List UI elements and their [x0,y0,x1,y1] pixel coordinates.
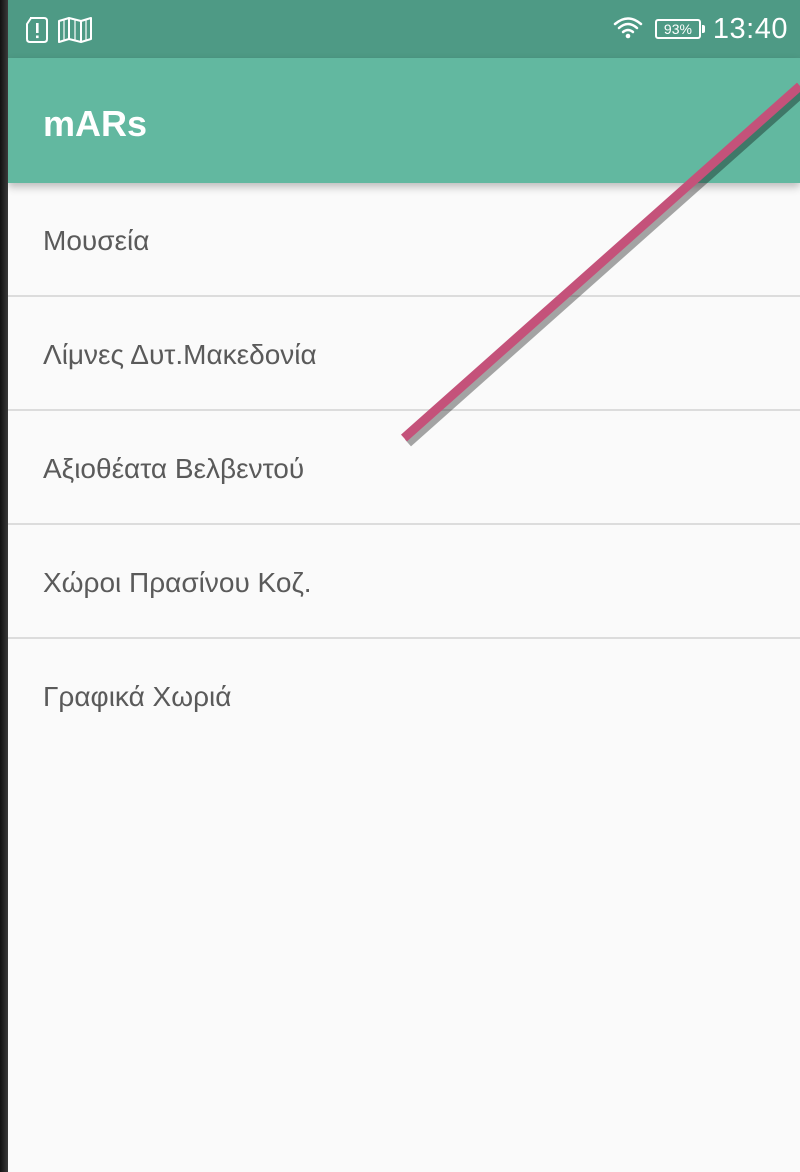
battery-level: 93% [663,21,692,37]
alert-icon [26,17,48,48]
phone-screen: 93% 13:40 mARs Μουσεία Λίμνες Δυτ.Μακεδο… [8,0,800,1172]
list-item-museums[interactable]: Μουσεία [8,183,800,297]
battery-indicator: 93% [654,19,705,39]
app-bar: mARs [8,58,800,183]
list-item-label: Χώροι Πρασίνου Κοζ. [43,567,312,598]
list-item-villages[interactable]: Γραφικά Χωριά [8,639,800,753]
device-edge [0,0,8,1172]
wifi-icon [613,15,643,44]
list-item-green-spaces[interactable]: Χώροι Πρασίνου Κοζ. [8,525,800,639]
map-icon [58,17,92,48]
list-item-label: Μουσεία [43,225,150,256]
list-item-label: Λίμνες Δυτ.Μακεδονία [43,339,317,370]
list-item-lakes[interactable]: Λίμνες Δυτ.Μακεδονία [8,297,800,411]
app-title: mARs [43,103,148,144]
list-item-label: Αξιοθέατα Βελβεντού [43,453,305,484]
status-bar: 93% 13:40 [8,0,800,58]
list-item-sights[interactable]: Αξιοθέατα Βελβεντού [8,411,800,525]
list-item-label: Γραφικά Χωριά [43,681,232,712]
clock: 13:40 [712,12,788,45]
category-list: Μουσεία Λίμνες Δυτ.Μακεδονία Αξιοθέατα Β… [8,183,800,753]
